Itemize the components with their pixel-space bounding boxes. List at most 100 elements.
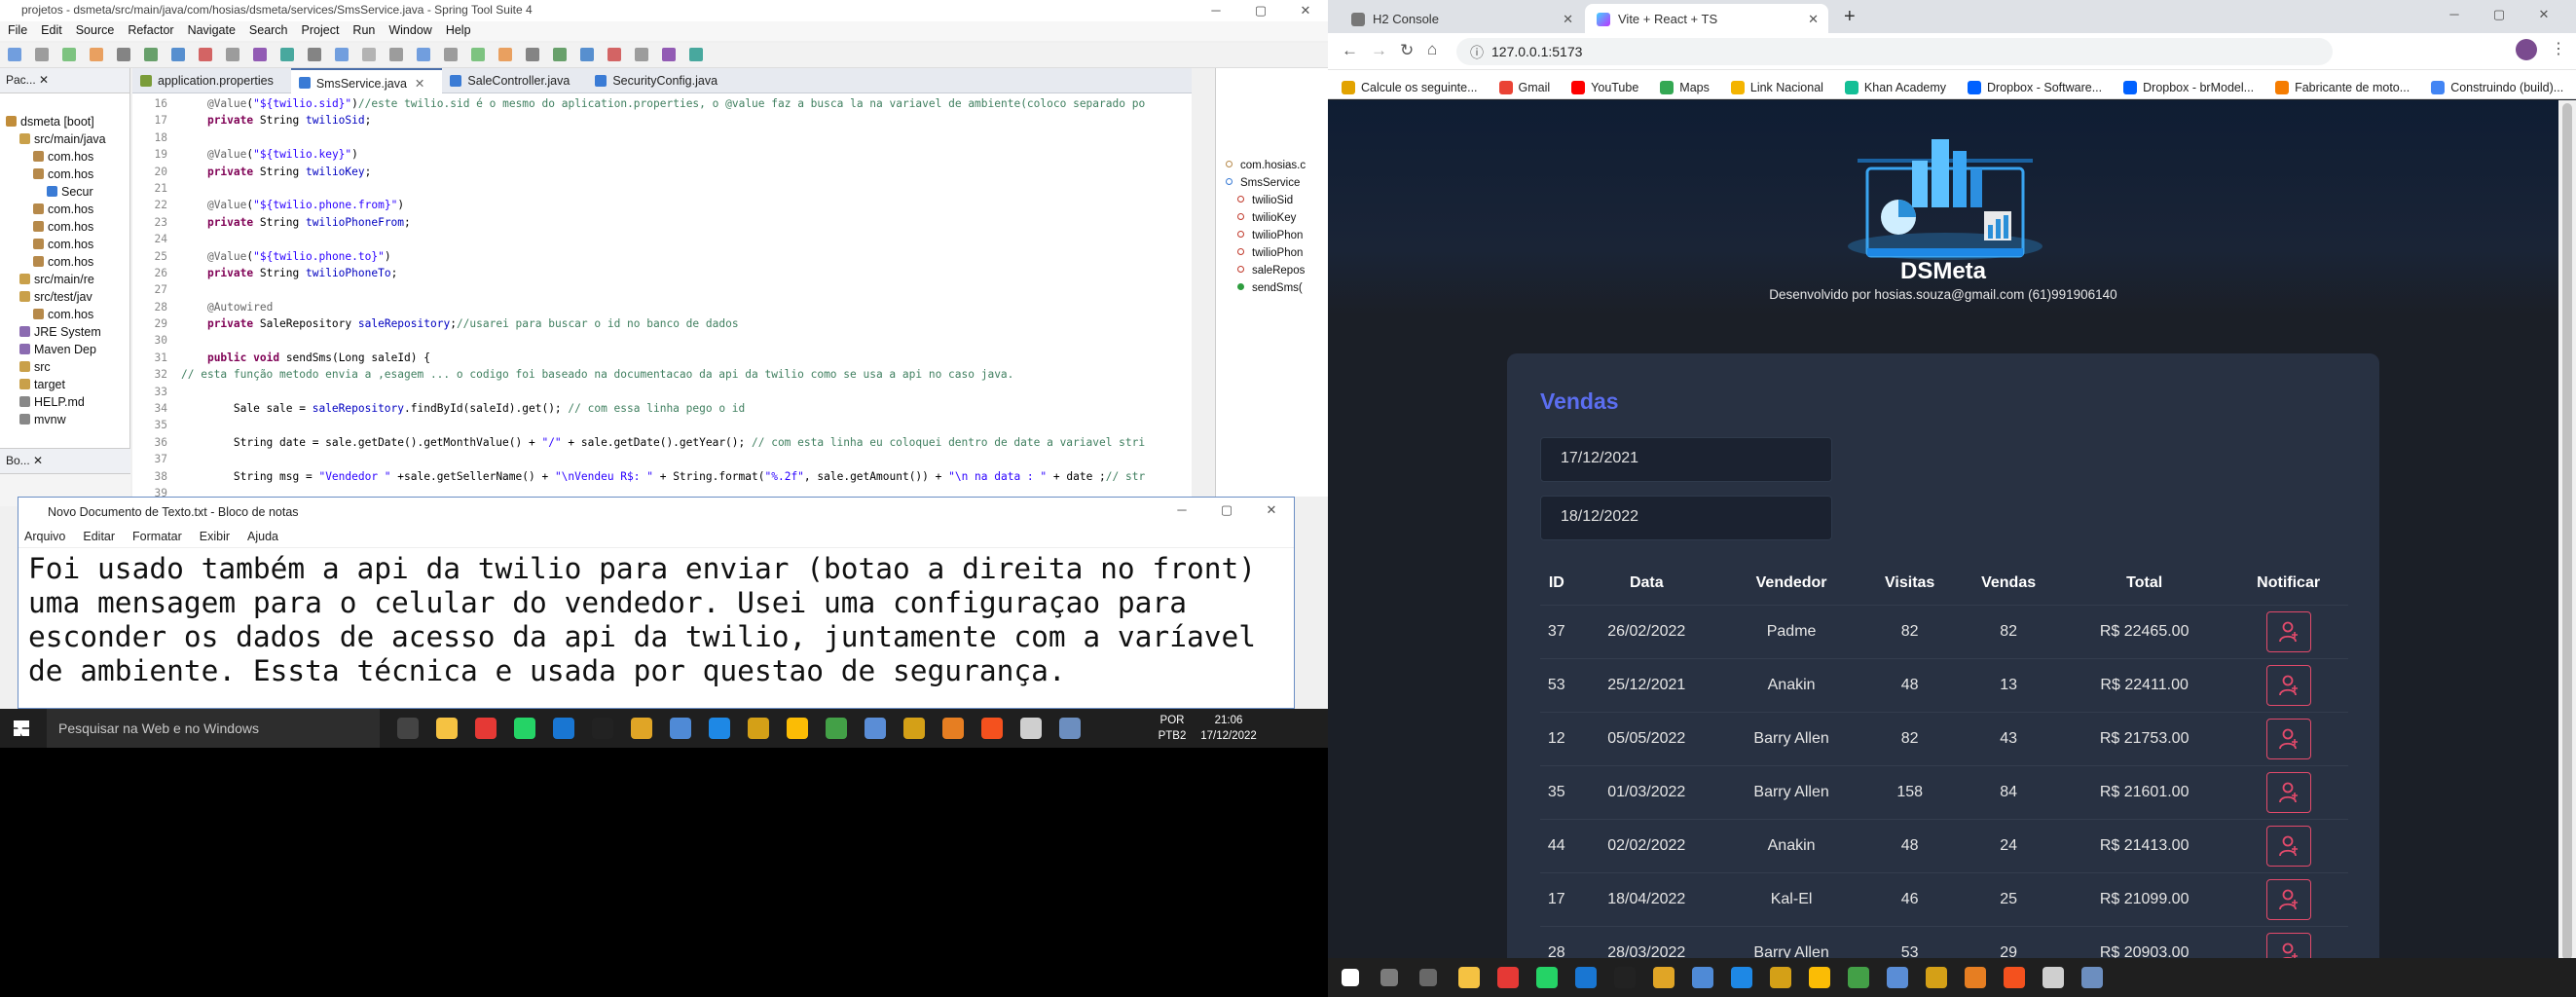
media-icon[interactable] bbox=[748, 718, 769, 739]
notepad-icon[interactable] bbox=[1887, 967, 1908, 988]
boot-dashboard-tab[interactable]: Bo... ✕ bbox=[0, 449, 130, 474]
tree-item[interactable]: mvnw bbox=[0, 411, 129, 428]
tree-item[interactable]: JRE System bbox=[0, 323, 129, 341]
notify-button[interactable] bbox=[2265, 771, 2311, 813]
media-icon[interactable] bbox=[1770, 967, 1791, 988]
bookmark-item[interactable]: Calcule os seguinte... bbox=[1342, 76, 1478, 98]
settings-icon[interactable] bbox=[2042, 967, 2064, 988]
bookmark-item[interactable]: Khan Academy bbox=[1844, 76, 1946, 98]
store-icon[interactable] bbox=[1731, 967, 1752, 988]
outline-item[interactable]: sendSms( bbox=[1216, 280, 1328, 298]
forward-icon[interactable]: → bbox=[1371, 41, 1387, 60]
opera-icon[interactable] bbox=[1497, 967, 1519, 988]
editor-tab[interactable]: application.properties bbox=[132, 68, 291, 93]
tree-item[interactable]: com.hos bbox=[0, 201, 129, 218]
bookmark-item[interactable]: Fabricante de moto... bbox=[2275, 76, 2410, 98]
toolbar-button-icon[interactable] bbox=[471, 48, 485, 61]
chrome-icon[interactable] bbox=[1809, 967, 1830, 988]
menu-item[interactable]: Window bbox=[388, 23, 431, 41]
taskbar-search-input[interactable]: Pesquisar na Web e no Windows bbox=[47, 709, 380, 748]
vlc-icon[interactable] bbox=[1965, 967, 1986, 988]
tree-item[interactable]: Maven Dep bbox=[0, 341, 129, 358]
toolbar-button-icon[interactable] bbox=[553, 48, 567, 61]
menu-item[interactable]: Formatar bbox=[132, 530, 182, 547]
close-icon[interactable]: ✕ bbox=[2521, 4, 2566, 25]
outline-item[interactable]: twilioKey bbox=[1216, 210, 1328, 228]
tree-item[interactable]: com.hos bbox=[0, 253, 129, 271]
outline-item[interactable]: twilioPhon bbox=[1216, 228, 1328, 245]
date-min-picker[interactable]: 17/12/2021 bbox=[1540, 437, 1832, 482]
whatsapp-icon[interactable] bbox=[514, 718, 535, 739]
menu-item[interactable]: Ajuda bbox=[247, 530, 278, 547]
toolbar-button-icon[interactable] bbox=[498, 48, 512, 61]
file-explorer-icon[interactable] bbox=[436, 718, 458, 739]
bookmark-item[interactable]: Construindo (build)... bbox=[2431, 76, 2563, 98]
notify-button[interactable] bbox=[2265, 878, 2311, 920]
editor-tab[interactable]: SaleController.java bbox=[442, 68, 587, 93]
tree-item[interactable]: com.hos bbox=[0, 218, 129, 236]
toolbar-button-icon[interactable] bbox=[335, 48, 349, 61]
toolbar-button-icon[interactable] bbox=[689, 48, 703, 61]
toolbar-button-icon[interactable] bbox=[253, 48, 267, 61]
git-icon[interactable] bbox=[903, 718, 925, 739]
language-indicator[interactable]: POR PTB2 bbox=[1153, 713, 1192, 744]
git-icon[interactable] bbox=[1926, 967, 1947, 988]
bookmark-item[interactable]: Dropbox - brModel... bbox=[2123, 76, 2254, 98]
git-icon[interactable] bbox=[1653, 967, 1674, 988]
notify-button[interactable] bbox=[2265, 932, 2311, 958]
close-tab-icon[interactable]: ✕ bbox=[1808, 12, 1819, 27]
tree-item[interactable]: src/test/jav bbox=[0, 288, 129, 306]
vlc-icon[interactable] bbox=[942, 718, 964, 739]
search-icon[interactable] bbox=[1380, 969, 1398, 986]
outline-item[interactable]: com.hosias.c bbox=[1216, 158, 1328, 175]
tab-vite-react[interactable]: Vite + React + TS ✕ bbox=[1585, 4, 1828, 33]
toolbar-button-icon[interactable] bbox=[389, 48, 403, 61]
tree-item[interactable]: src/main/java bbox=[0, 130, 129, 148]
spring-icon[interactable] bbox=[826, 718, 847, 739]
notes-icon[interactable] bbox=[1575, 967, 1597, 988]
file-explorer-icon[interactable] bbox=[1458, 967, 1480, 988]
windows-start-icon[interactable] bbox=[14, 720, 29, 736]
editor-tab[interactable]: SmsService.java ✕ bbox=[290, 68, 443, 93]
chrome-menu-icon[interactable]: ⋮ bbox=[2551, 39, 2566, 58]
menu-item[interactable]: Run bbox=[352, 23, 375, 41]
toolbar-button-icon[interactable] bbox=[117, 48, 130, 61]
bookmark-item[interactable]: Link Nacional bbox=[1730, 76, 1823, 98]
notify-button[interactable] bbox=[2265, 664, 2311, 706]
menu-item[interactable]: File bbox=[8, 23, 27, 41]
close-tab-icon[interactable]: ✕ bbox=[1563, 12, 1573, 27]
toolbar-button-icon[interactable] bbox=[417, 48, 430, 61]
scrollbar-thumb[interactable] bbox=[2562, 103, 2572, 958]
menu-item[interactable]: Help bbox=[446, 23, 471, 41]
chrome-icon[interactable] bbox=[787, 718, 808, 739]
menu-item[interactable]: Source bbox=[76, 23, 115, 41]
tree-item[interactable]: Secur bbox=[0, 183, 129, 201]
toolbar-button-icon[interactable] bbox=[171, 48, 185, 61]
maximize-icon[interactable]: ▢ bbox=[1238, 0, 1283, 21]
editor-tab[interactable]: SecurityConfig.java bbox=[587, 68, 735, 93]
info-icon[interactable]: ⓘ bbox=[1470, 43, 1484, 62]
tree-item[interactable]: dsmeta [boot] bbox=[0, 113, 129, 130]
toolbar-button-icon[interactable] bbox=[444, 48, 458, 61]
menu-item[interactable]: Search bbox=[249, 23, 288, 41]
toolbar-button-icon[interactable] bbox=[308, 48, 321, 61]
toolbar-button-icon[interactable] bbox=[144, 48, 158, 61]
menu-item[interactable]: Project bbox=[302, 23, 340, 41]
settings-icon[interactable] bbox=[1020, 718, 1042, 739]
home-icon[interactable]: ⌂ bbox=[1427, 40, 1437, 59]
network-icon[interactable] bbox=[2081, 967, 2103, 988]
windows-start-icon[interactable] bbox=[1342, 969, 1359, 986]
toolbar-button-icon[interactable] bbox=[362, 48, 376, 61]
address-bar[interactable]: ⓘ 127.0.0.1:5173 bbox=[1456, 38, 2333, 65]
outline-item[interactable]: twilioSid bbox=[1216, 193, 1328, 210]
toolbar-button-icon[interactable] bbox=[607, 48, 621, 61]
package-explorer-tab[interactable]: Pac... ✕ bbox=[0, 68, 129, 93]
task-view-icon[interactable] bbox=[1419, 969, 1437, 986]
menu-item[interactable]: Navigate bbox=[188, 23, 236, 41]
terminal-icon[interactable] bbox=[1614, 967, 1636, 988]
menu-item[interactable]: Arquivo bbox=[24, 530, 65, 547]
menu-item[interactable]: Refactor bbox=[128, 23, 173, 41]
notes-icon[interactable] bbox=[553, 718, 574, 739]
notify-button[interactable] bbox=[2265, 718, 2311, 759]
toolbar-button-icon[interactable] bbox=[199, 48, 212, 61]
